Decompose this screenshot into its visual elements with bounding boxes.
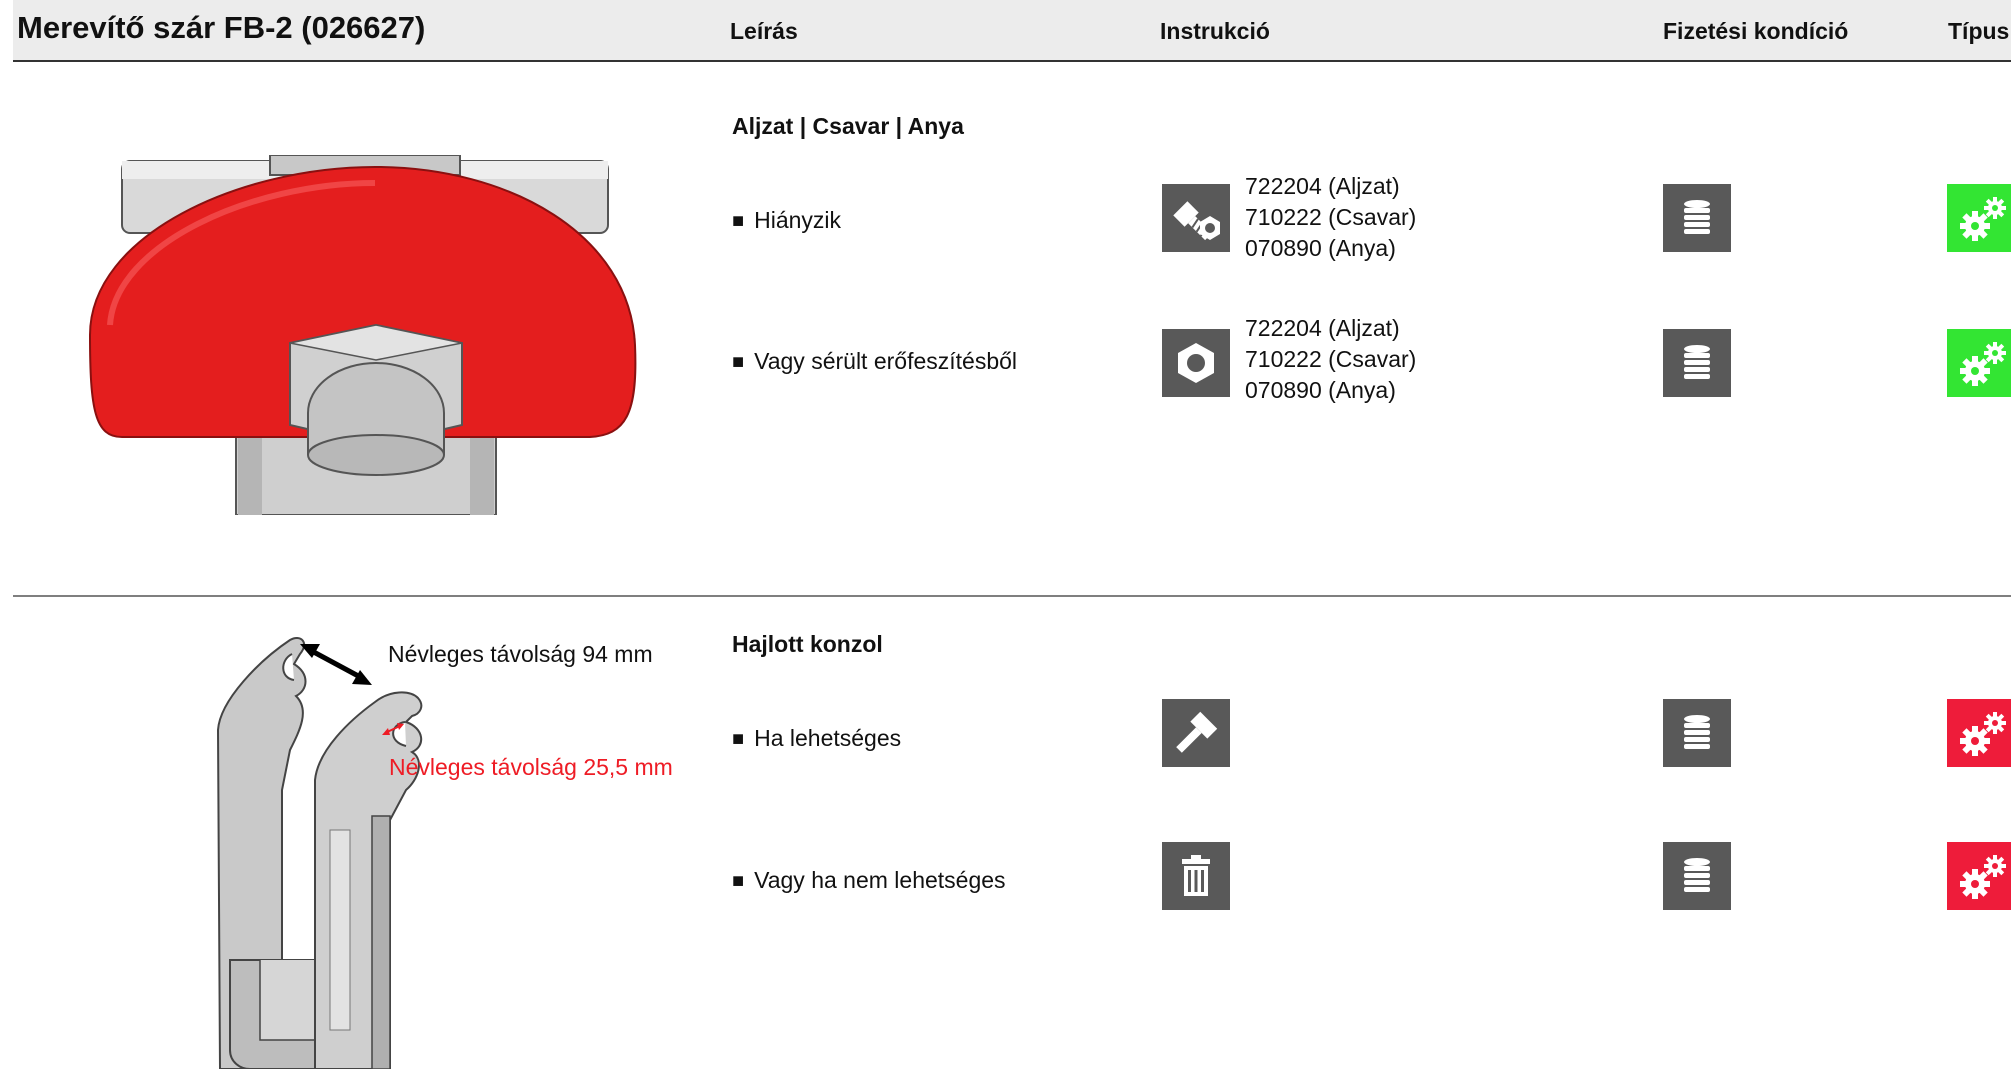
description-item: ■ Ha lehetséges [732,725,902,751]
part-number: 722204 (Aljzat) [1245,315,1400,341]
part-list: 722204 (Aljzat) 710222 (Csavar) 070890 (… [1245,313,1416,406]
section-title: Hajlott konzol [732,631,883,657]
part-list: 722204 (Aljzat) 710222 (Csavar) 070890 (… [1245,171,1416,264]
gears-icon[interactable] [1947,842,2011,910]
part-number: 070890 (Anya) [1245,235,1396,261]
description-text: Vagy ha nem lehetséges [754,867,1006,893]
description-item: ■ Vagy sérült erőfeszítésből [732,348,1018,374]
bolt-nut-icon[interactable] [1162,184,1230,252]
column-header-payment: Fizetési kondíció [1663,18,1849,44]
coin-stack-icon[interactable] [1663,699,1731,767]
part-number: 070890 (Anya) [1245,377,1396,403]
coin-stack-icon[interactable] [1663,842,1731,910]
gears-icon[interactable] [1947,699,2011,767]
part-number: 710222 (Csavar) [1245,204,1417,230]
dimension-label-red: Névleges távolság 25,5 mm [389,754,673,780]
description-item: ■ Hiányzik [732,207,842,233]
bent-bracket-illustration [200,630,480,1074]
description-item: ■ Vagy ha nem lehetséges [732,867,1006,893]
description-text: Vagy sérült erőfeszítésből [754,348,1018,374]
section-divider [13,595,2011,597]
column-header-type: Típus [1948,18,2010,44]
part-number: 710222 (Csavar) [1245,346,1417,372]
plate-bolt-illustration [70,154,650,520]
hammer-icon[interactable] [1162,699,1230,767]
section-title: Aljzat | Csavar | Anya [732,113,964,139]
column-header-description: Leírás [730,18,798,44]
coin-stack-icon[interactable] [1663,329,1731,397]
description-text: Hiányzik [754,207,842,233]
column-header-instruction: Instrukció [1160,18,1270,44]
nut-icon[interactable] [1162,329,1230,397]
coin-stack-icon[interactable] [1663,184,1731,252]
gears-icon[interactable] [1947,184,2011,252]
part-number: 722204 (Aljzat) [1245,173,1400,199]
description-text: Ha lehetséges [754,725,902,751]
table-header: Merevítő szár FB-2 (026627) Leírás Instr… [13,0,2011,62]
trash-icon[interactable] [1162,842,1230,910]
dimension-label-black: Névleges távolság 94 mm [388,641,653,667]
page-title: Merevítő szár FB-2 (026627) [17,10,426,45]
gears-icon[interactable] [1947,329,2011,397]
